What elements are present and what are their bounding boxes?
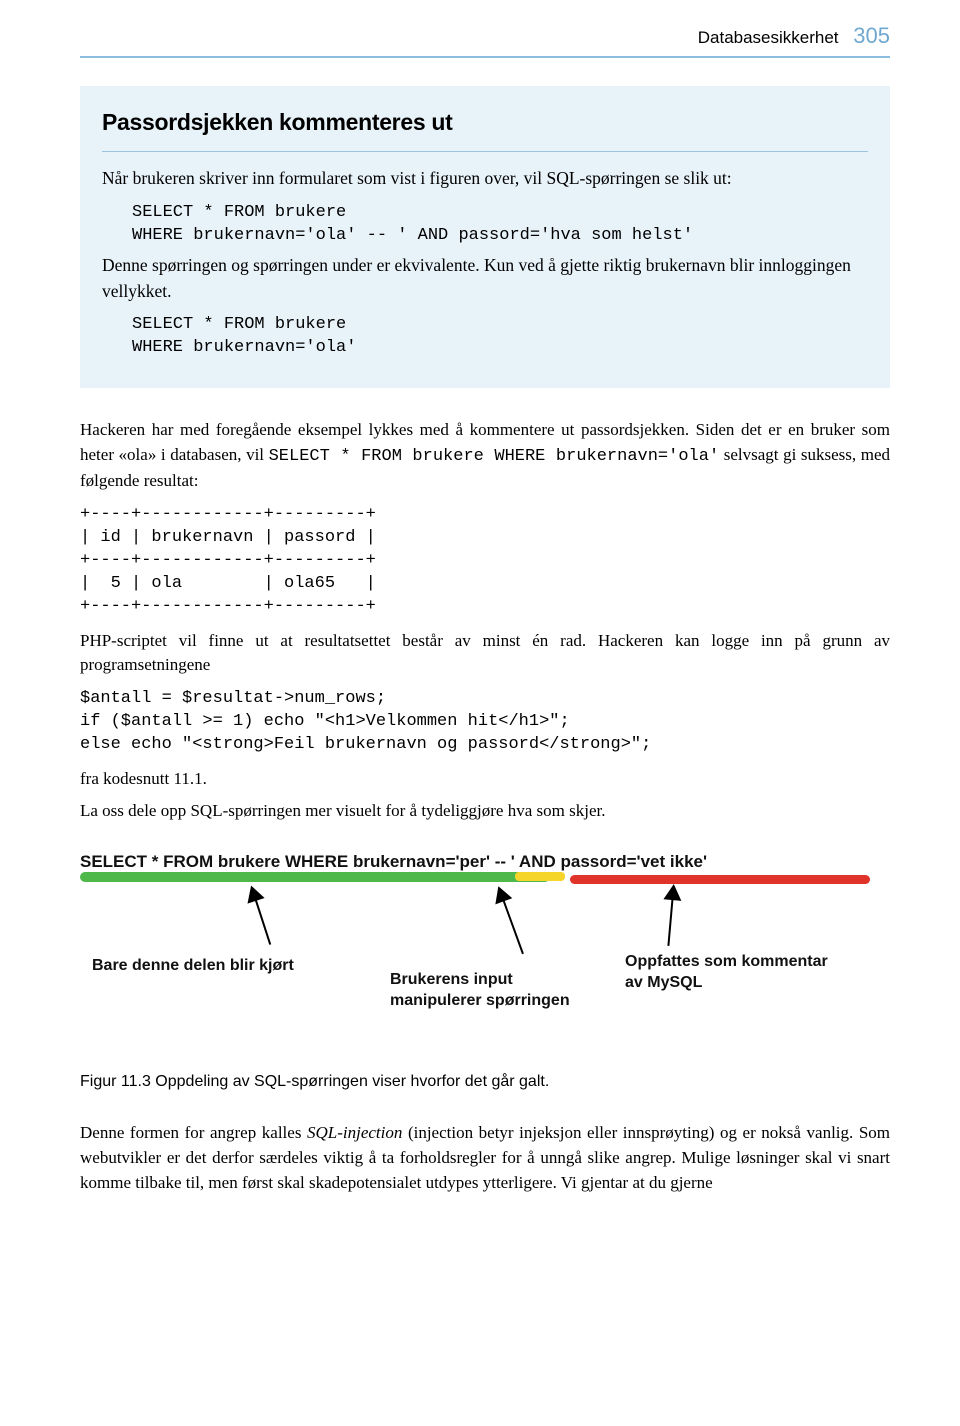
highlight-red bbox=[570, 875, 870, 884]
figure-caption: Figur 11.3 Oppdeling av SQL-spørringen v… bbox=[80, 1070, 890, 1093]
paragraph-4: La oss dele opp SQL-spørringen mer visue… bbox=[80, 799, 890, 824]
paragraph-3: fra kodesnutt 11.1. bbox=[80, 767, 890, 792]
para1-inline-code: SELECT * FROM brukere WHERE brukernavn='… bbox=[269, 447, 720, 466]
highlight-yellow bbox=[515, 872, 565, 881]
page-number: 305 bbox=[853, 23, 890, 48]
figure-sql-text: SELECT * FROM brukere WHERE brukernavn='… bbox=[80, 850, 890, 875]
box-intro: Når brukeren skriver inn formularet som … bbox=[80, 166, 890, 191]
box-code-1: SELECT * FROM brukere WHERE brukernavn='… bbox=[80, 196, 890, 254]
result-table: +----+------------+---------+ | id | bru… bbox=[80, 504, 890, 619]
box-title: Passordsjekken kommenteres ut bbox=[80, 86, 890, 151]
para5-text-a: Denne formen for angrep kalles bbox=[80, 1123, 307, 1142]
box-code-2: SELECT * FROM brukere WHERE brukernavn='… bbox=[80, 308, 890, 366]
arrow-icon bbox=[251, 887, 271, 945]
highlight-green bbox=[80, 872, 550, 882]
paragraph-1: Hackeren har med foregående eksempel lyk… bbox=[80, 418, 890, 494]
php-code: $antall = $resultat->num_rows; if ($anta… bbox=[80, 688, 890, 757]
header-rule bbox=[80, 56, 890, 58]
box-rule bbox=[102, 151, 868, 152]
chapter-name: Databasesikkerhet bbox=[698, 28, 839, 47]
box-mid: Denne spørringen og spørringen under er … bbox=[80, 253, 890, 304]
paragraph-5: Denne formen for angrep kalles SQL-injec… bbox=[80, 1121, 890, 1195]
figure-callout-1: Bare denne delen blir kjørt bbox=[92, 956, 294, 977]
figure-callout-3: Oppfattes som kommentar av MySQL bbox=[625, 952, 828, 994]
figure-callout-2: Brukerens input manipulerer spørringen bbox=[390, 970, 570, 1012]
figure-11-3: SELECT * FROM brukere WHERE brukernavn='… bbox=[80, 850, 890, 1050]
para5-emphasis: SQL-injection bbox=[307, 1123, 402, 1142]
arrow-icon bbox=[498, 888, 524, 954]
paragraph-2: PHP-scriptet vil finne ut at resultatset… bbox=[80, 629, 890, 678]
callout-box: Passordsjekken kommenteres ut Når bruker… bbox=[80, 86, 890, 388]
arrow-icon bbox=[667, 886, 674, 946]
page-header: Databasesikkerhet 305 bbox=[80, 20, 890, 52]
